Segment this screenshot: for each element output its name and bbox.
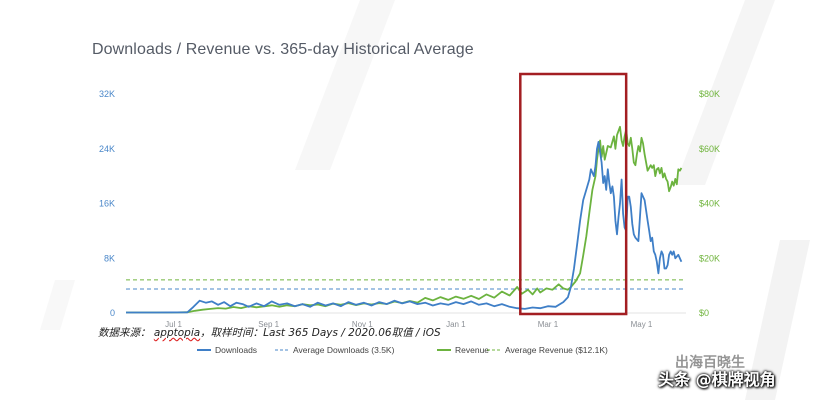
legend-label: Average Downloads (3.5K) bbox=[293, 345, 395, 355]
source-brand: apptopia bbox=[153, 327, 201, 339]
x-tick-label: May 1 bbox=[631, 320, 653, 329]
legend-item: Revenue bbox=[437, 345, 489, 355]
y-right-tick-label: $60K bbox=[699, 144, 720, 154]
y-axis-left: 0 8K 16K 24K 32K bbox=[99, 89, 115, 318]
y-right-tick-label: $40K bbox=[699, 199, 720, 209]
y-left-tick-label: 16K bbox=[99, 199, 115, 209]
y-right-tick-label: $0 bbox=[699, 308, 709, 318]
legend-item: Average Downloads (3.5K) bbox=[275, 345, 395, 355]
y-axis-right: $0 $20K $40K $60K $80K bbox=[699, 89, 720, 318]
y-right-tick-label: $80K bbox=[699, 89, 720, 99]
x-tick-label: Mar 1 bbox=[538, 320, 559, 329]
legend-item: Downloads bbox=[197, 345, 257, 355]
legend-label: Downloads bbox=[215, 345, 257, 355]
downloads-series-line bbox=[126, 141, 683, 314]
legend: Downloads Average Downloads (3.5K) Revenue… bbox=[197, 345, 608, 355]
legend-item: Average Revenue ($12.1K) bbox=[487, 345, 608, 355]
legend-label: Average Revenue ($12.1K) bbox=[505, 345, 608, 355]
y-left-tick-label: 8K bbox=[104, 253, 115, 263]
y-right-tick-label: $20K bbox=[699, 253, 720, 263]
revenue-series-line bbox=[126, 125, 683, 314]
x-tick-label: Jan 1 bbox=[446, 320, 466, 329]
watermark-bottom: 头条 @棋牌视角 bbox=[658, 370, 776, 389]
source-note: 数据来源： apptopia，取样时间：Last 365 Days / 2020… bbox=[98, 325, 441, 340]
source-suffix: ，取样时间：Last 365 Days / 2020.06取值 / iOS bbox=[200, 327, 441, 339]
y-left-tick-label: 32K bbox=[99, 89, 115, 99]
y-left-tick-label: 24K bbox=[99, 144, 115, 154]
legend-label: Revenue bbox=[455, 345, 489, 355]
series-lines bbox=[126, 125, 683, 314]
average-lines bbox=[126, 279, 686, 290]
chart-canvas: 08K16K24K32K $0$20K$40K$60K$80K Jul 1 Sep… bbox=[99, 72, 720, 355]
y-left-tick-label: 0 bbox=[110, 308, 115, 318]
source-prefix: 数据来源： bbox=[98, 327, 154, 339]
